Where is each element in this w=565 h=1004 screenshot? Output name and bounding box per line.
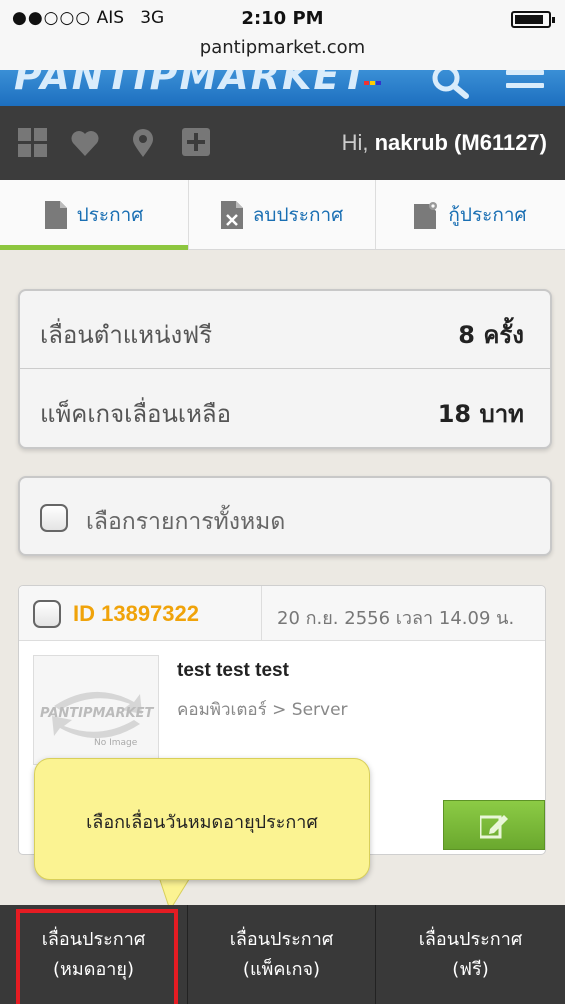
stat-label: แพ็คเกจเลื่อนเหลือ [40,400,232,428]
username[interactable]: nakrub (M61127) [375,130,547,155]
tab-announce[interactable]: ประกาศ [0,180,189,250]
button-label-line2: (แพ็คเกจ) [242,958,321,980]
grid-icon[interactable] [18,128,48,158]
bump-expired-button[interactable]: เลื่อนประกาศ (หมดอายุ) [0,905,188,1004]
button-label-line2: (หมดอายุ) [53,958,134,980]
status-bar: ●●○○○ AIS 3G 2:10 PM pantipmarket.com [0,0,565,70]
site-header: PANTIPMARKET [0,70,565,106]
thumbnail-caption: No Image [94,738,138,748]
heart-icon[interactable] [70,128,100,158]
tab-delete-announce[interactable]: ลบประกาศ [189,180,376,249]
search-icon[interactable] [430,70,470,102]
listing-id[interactable]: ID 13897322 [73,601,199,627]
tab-label: ประกาศ [76,203,144,226]
listing-checkbox[interactable] [33,600,61,628]
restore-document-icon [414,201,438,229]
document-icon [44,200,67,229]
divider [261,586,262,641]
stat-value: 18 บาท [437,400,524,428]
bump-free-button[interactable]: เลื่อนประกาศ (ฟรี) [376,905,565,1004]
stat-row: แพ็คเกจเลื่อนเหลือ 18 บาท [20,370,550,448]
user-bar: Hi, nakrub (M61127) [0,106,565,180]
battery-icon [511,11,555,28]
tab-label: ลบประกาศ [252,203,344,226]
tab-label: กู้ประกาศ [448,203,527,226]
hint-tooltip: เลือกเลื่อนวันหมดอายุประกาศ [34,758,370,880]
tooltip-text: เลือกเลื่อนวันหมดอายุประกาศ [86,812,318,833]
edit-button[interactable] [443,800,545,850]
clock: 2:10 PM [241,8,324,29]
listing-title[interactable]: test test test [177,660,289,682]
tab-bar: ประกาศ ลบประกาศ กู้ประกาศ [0,180,565,250]
button-label-line2: (ฟรี) [452,958,489,980]
bottom-action-bar: เลื่อนประกาศ (หมดอายุ) เลื่อนประกาศ (แพ็… [0,905,565,1004]
plus-icon[interactable] [182,128,212,158]
button-label-line1: เลื่อนประกาศ [41,928,146,950]
tab-restore-announce[interactable]: กู้ประกาศ [376,180,565,249]
stat-label: เลื่อนตำแหน่งฟรี [40,321,213,349]
address-bar-url[interactable]: pantipmarket.com [0,37,565,58]
select-all-label: เลือกรายการทั้งหมด [86,509,286,535]
select-all-checkbox[interactable] [40,504,68,532]
stat-value: 8 ครั้ง [458,321,524,349]
menu-icon[interactable] [506,70,546,100]
listing-date: 20 ก.ย. 2556 เวลา 14.09 น. [277,608,515,629]
listing-header: ID 13897322 20 ก.ย. 2556 เวลา 14.09 น. [19,586,545,641]
select-all-row[interactable]: เลือกรายการทั้งหมด [18,476,552,556]
site-logo[interactable]: PANTIPMARKET [14,70,369,98]
greeting-text: Hi, [341,130,369,155]
language-flag-icon[interactable] [364,70,386,85]
button-label-line1: เลื่อนประกาศ [229,928,334,950]
bump-package-button[interactable]: เลื่อนประกาศ (แพ็คเกจ) [188,905,376,1004]
user-greeting: Hi, nakrub (M61127) [342,130,547,156]
edit-icon [480,815,508,839]
stat-row: เลื่อนตำแหน่งฟรี 8 ครั้ง [20,291,550,369]
listing-category: คอมพิวเตอร์ > Server [177,700,348,720]
delete-document-icon [220,200,243,229]
thumbnail-logo: PANTIPMARKET [40,706,154,721]
location-pin-icon[interactable] [128,128,158,158]
promotion-stats-card: เลื่อนตำแหน่งฟรี 8 ครั้ง แพ็คเกจเลื่อนเห… [18,289,552,449]
listing-thumbnail[interactable]: PANTIPMARKET No Image [33,655,159,765]
button-label-line1: เลื่อนประกาศ [418,928,523,950]
